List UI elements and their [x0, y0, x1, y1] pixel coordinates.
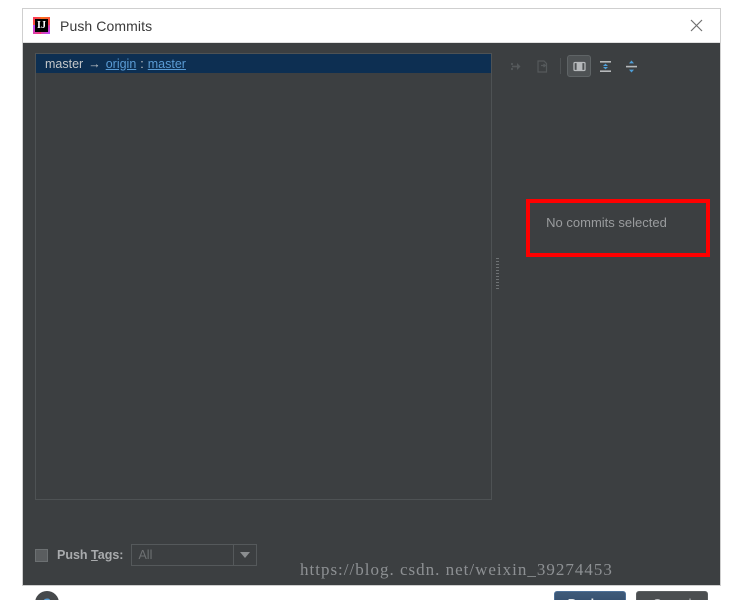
collapse-changes-icon[interactable] [504, 55, 528, 77]
commit-details-pane: No commits selected [503, 53, 710, 500]
intellij-idea-icon: IJ [33, 17, 50, 34]
show-diff-icon[interactable] [530, 55, 554, 77]
dialog-action-buttons: Push Cancel [554, 591, 708, 600]
dialog-titlebar: IJ Push Commits [23, 9, 720, 43]
screenshot-root: IJ Push Commits master → origin : master… [0, 0, 743, 600]
cancel-button[interactable]: Cancel [636, 591, 708, 600]
push-tags-label: Push Tags: [57, 548, 123, 562]
push-tags-label-prefix: Push [57, 548, 92, 562]
dialog-title: Push Commits [60, 17, 153, 34]
push-tags-row: Push Tags: All [35, 543, 258, 567]
push-tags-label-suffix: ags: [97, 548, 124, 562]
no-commits-selected-message: No commits selected [546, 215, 667, 230]
push-tags-select-value: All [138, 548, 153, 562]
dialog-body: master → origin : master No commits sele… [23, 43, 720, 600]
splitter-grip-icon[interactable] [496, 258, 499, 290]
separator-colon: : [140, 56, 144, 71]
push-tags-select[interactable]: All [131, 544, 258, 566]
close-icon[interactable] [676, 10, 716, 42]
panel-splitter[interactable] [492, 53, 503, 500]
local-branch-label: master [45, 56, 84, 71]
details-toolbar [503, 53, 710, 79]
push-commits-dialog: IJ Push Commits master → origin : master… [22, 8, 721, 600]
commit-list[interactable]: master → origin : master [35, 53, 492, 500]
collapse-all-icon[interactable] [619, 55, 643, 77]
help-button[interactable]: ? [35, 591, 59, 600]
remote-name-link[interactable]: origin [106, 57, 137, 71]
push-button[interactable]: Push [554, 591, 626, 600]
toolbar-separator [560, 58, 561, 74]
push-tags-label-mnemonic: T [91, 548, 98, 562]
push-tags-checkbox[interactable] [35, 548, 48, 562]
side-by-side-viewer-icon[interactable] [567, 55, 591, 77]
details-empty-area: No commits selected [503, 79, 710, 500]
chevron-down-icon[interactable] [233, 545, 256, 565]
list-item[interactable]: master → origin : master [36, 54, 491, 73]
expand-all-icon[interactable] [593, 55, 617, 77]
remote-branch-link[interactable]: master [148, 57, 186, 71]
arrow-icon: → [88, 56, 101, 71]
content-split: master → origin : master No commits sele… [35, 53, 710, 500]
